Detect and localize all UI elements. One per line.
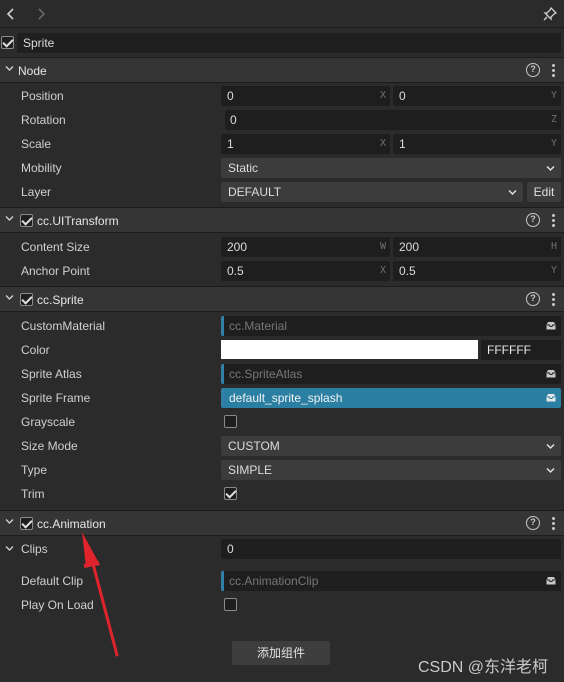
watermark-text: CSDN @东洋老柯 (417, 659, 548, 676)
annotation-arrow (82, 532, 119, 657)
